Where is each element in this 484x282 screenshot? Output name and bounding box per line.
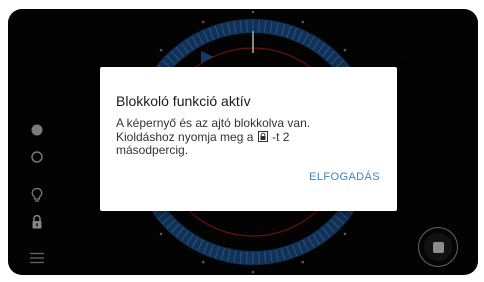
dialog-message-line1: A képernyő és az ajtó blokkolva van. bbox=[116, 116, 311, 130]
dialog-title: Blokkoló funkció aktív bbox=[116, 93, 251, 109]
lock-icon bbox=[257, 130, 268, 142]
dialog-message-line2-start: Kioldáshoz nyomja meg a bbox=[116, 129, 257, 144]
dialog-message-line3: másodpercig. bbox=[116, 143, 189, 157]
dialog-message: A képernyő és az ajtó blokkolva van. Kio… bbox=[116, 116, 376, 158]
dialog-message-line2-end: -t 2 bbox=[268, 129, 290, 144]
dialog-message-line2: Kioldáshoz nyomja meg a -t 2 bbox=[116, 129, 376, 145]
lock-dialog: Blokkoló funkció aktív A képernyő és az … bbox=[100, 67, 397, 211]
accept-button[interactable]: ELFOGADÁS bbox=[309, 171, 380, 183]
